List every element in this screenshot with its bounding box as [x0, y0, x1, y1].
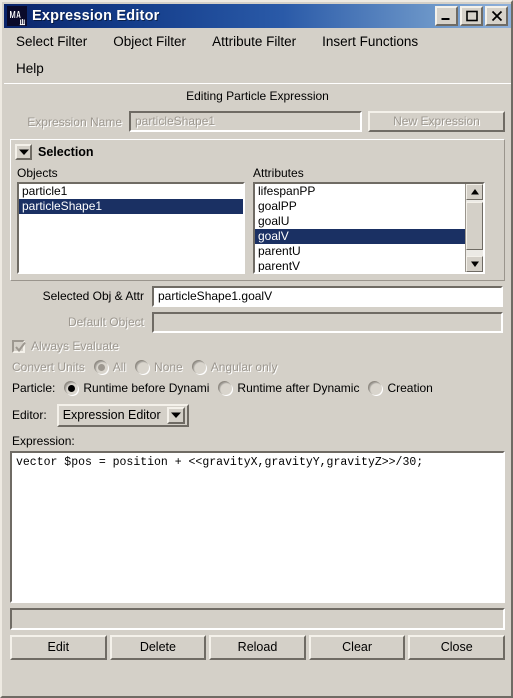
list-item[interactable]: particleShape1	[19, 199, 243, 214]
radio-label: Creation	[387, 381, 433, 395]
selected-obj-attr-input[interactable]: particleShape1.goalV	[152, 285, 503, 307]
always-evaluate-row: Always Evaluate	[12, 336, 511, 356]
always-evaluate-checkbox[interactable]	[12, 339, 26, 353]
menu-help[interactable]: Help	[14, 60, 46, 77]
list-item[interactable]: goalU	[255, 214, 465, 229]
attributes-list-items: lifespanPP goalPP goalU goalV parentU pa…	[255, 184, 465, 272]
editor-label: Editor:	[12, 408, 47, 422]
radio-icon[interactable]	[192, 360, 206, 374]
close-dialog-button[interactable]: Close	[408, 635, 505, 660]
triangle-down-icon[interactable]	[15, 144, 32, 160]
selection-group-header: Selection	[11, 140, 504, 162]
scrollbar-track[interactable]	[466, 200, 483, 256]
expression-label: Expression:	[12, 434, 75, 448]
list-item[interactable]: parentU	[255, 244, 465, 259]
radio-icon[interactable]	[136, 360, 150, 374]
window-controls	[435, 6, 508, 26]
particle-option-runtime-after-dynamics[interactable]: Runtime after Dynamic	[219, 381, 359, 395]
convert-units-row: Convert Units All None Angular only	[12, 357, 511, 377]
maya-logo-icon	[7, 6, 27, 26]
expression-editor-window: Expression Editor Select Filter Object F…	[0, 0, 513, 698]
close-button[interactable]	[485, 6, 508, 26]
list-item[interactable]: particle1	[19, 184, 243, 199]
minimize-button[interactable]	[435, 6, 458, 26]
selection-group-title: Selection	[38, 145, 94, 159]
chevron-down-icon[interactable]	[166, 406, 185, 424]
title-bar[interactable]: Expression Editor	[4, 4, 511, 28]
dialog-content: Editing Particle Expression Expression N…	[4, 84, 511, 696]
menu-insert-functions[interactable]: Insert Functions	[320, 33, 420, 50]
radio-icon[interactable]	[219, 381, 233, 395]
scroll-down-arrow-icon[interactable]	[466, 256, 483, 272]
editor-select[interactable]: Expression Editor	[56, 403, 189, 427]
radio-label: Runtime after Dynamic	[237, 381, 360, 395]
default-object-label: Default Object	[67, 315, 144, 329]
delete-button[interactable]: Delete	[109, 635, 207, 660]
radio-label: None	[154, 360, 183, 374]
particle-row: Particle: Runtime before Dynami Runtime …	[12, 378, 511, 398]
objects-listbox[interactable]: particle1 particleShape1	[17, 182, 245, 274]
expression-name-input[interactable]: particleShape1	[129, 111, 362, 132]
objects-column: Objects particle1 particleShape1	[17, 166, 245, 274]
menu-attribute-filter[interactable]: Attribute Filter	[210, 33, 298, 50]
menu-row-1: Select Filter Object Filter Attribute Fi…	[4, 28, 511, 55]
menu-select-filter[interactable]: Select Filter	[14, 33, 89, 50]
status-bar	[10, 608, 505, 630]
selection-group: Selection Objects particle1 particleShap…	[10, 139, 505, 281]
default-object-row: Default Object	[12, 311, 503, 333]
radio-label: Runtime before Dynami	[83, 381, 210, 395]
list-item[interactable]: lifespanPP	[255, 184, 465, 199]
expression-name-label: Expression Name	[27, 114, 122, 129]
convert-units-option-all[interactable]: All	[94, 360, 127, 374]
radio-icon[interactable]	[94, 360, 108, 374]
list-item[interactable]: parentV	[255, 259, 465, 272]
particle-option-creation[interactable]: Creation	[369, 381, 433, 395]
maximize-button[interactable]	[460, 6, 483, 26]
window-title: Expression Editor	[32, 8, 160, 24]
list-item[interactable]: goalV	[255, 229, 465, 244]
menu-object-filter[interactable]: Object Filter	[111, 33, 188, 50]
radio-label: Angular only	[210, 360, 278, 374]
attributes-column: Attributes lifespanPP goalPP goalU goalV…	[253, 166, 485, 274]
selection-lists-row: Objects particle1 particleShape1 Attribu…	[11, 162, 504, 274]
objects-list-items: particle1 particleShape1	[19, 184, 243, 272]
scrollbar-thumb[interactable]	[466, 202, 483, 250]
always-evaluate-label: Always Evaluate	[31, 339, 120, 353]
attributes-listbox[interactable]: lifespanPP goalPP goalU goalV parentU pa…	[253, 182, 485, 274]
attributes-scrollbar[interactable]	[465, 184, 483, 272]
radio-icon[interactable]	[65, 381, 79, 395]
convert-units-label: Convert Units	[12, 360, 85, 374]
edit-button[interactable]: Edit	[10, 635, 107, 660]
editor-select-value: Expression Editor	[62, 408, 161, 422]
clear-button[interactable]: Clear	[308, 635, 406, 660]
menu-bar: Select Filter Object Filter Attribute Fi…	[4, 28, 511, 84]
menu-row-2: Help	[4, 55, 511, 82]
expression-name-row: Expression Name particleShape1 New Expre…	[10, 110, 505, 133]
new-expression-button[interactable]: New Expression	[368, 111, 505, 132]
radio-icon[interactable]	[369, 381, 383, 395]
scroll-up-arrow-icon[interactable]	[466, 184, 483, 200]
selected-obj-attr-row: Selected Obj & Attr particleShape1.goalV	[12, 285, 503, 307]
convert-units-option-none[interactable]: None	[136, 360, 183, 374]
objects-label: Objects	[17, 166, 58, 180]
particle-label: Particle:	[12, 381, 56, 395]
attributes-label: Attributes	[253, 166, 304, 180]
expression-textarea[interactable]: vector $pos = position + <<gravityX,grav…	[10, 451, 505, 603]
list-item[interactable]: goalPP	[255, 199, 465, 214]
button-bar: Edit Delete Reload Clear Close	[10, 635, 505, 660]
radio-label: All	[112, 360, 127, 374]
convert-units-option-angular-only[interactable]: Angular only	[192, 360, 278, 374]
particle-option-runtime-before-dynamics[interactable]: Runtime before Dynami	[65, 381, 209, 395]
editor-row: Editor: Expression Editor	[12, 403, 511, 427]
default-object-input[interactable]	[152, 311, 503, 333]
selected-obj-attr-label: Selected Obj & Attr	[42, 289, 144, 303]
editing-mode-title: Editing Particle Expression	[186, 89, 329, 103]
reload-button[interactable]: Reload	[209, 635, 306, 660]
